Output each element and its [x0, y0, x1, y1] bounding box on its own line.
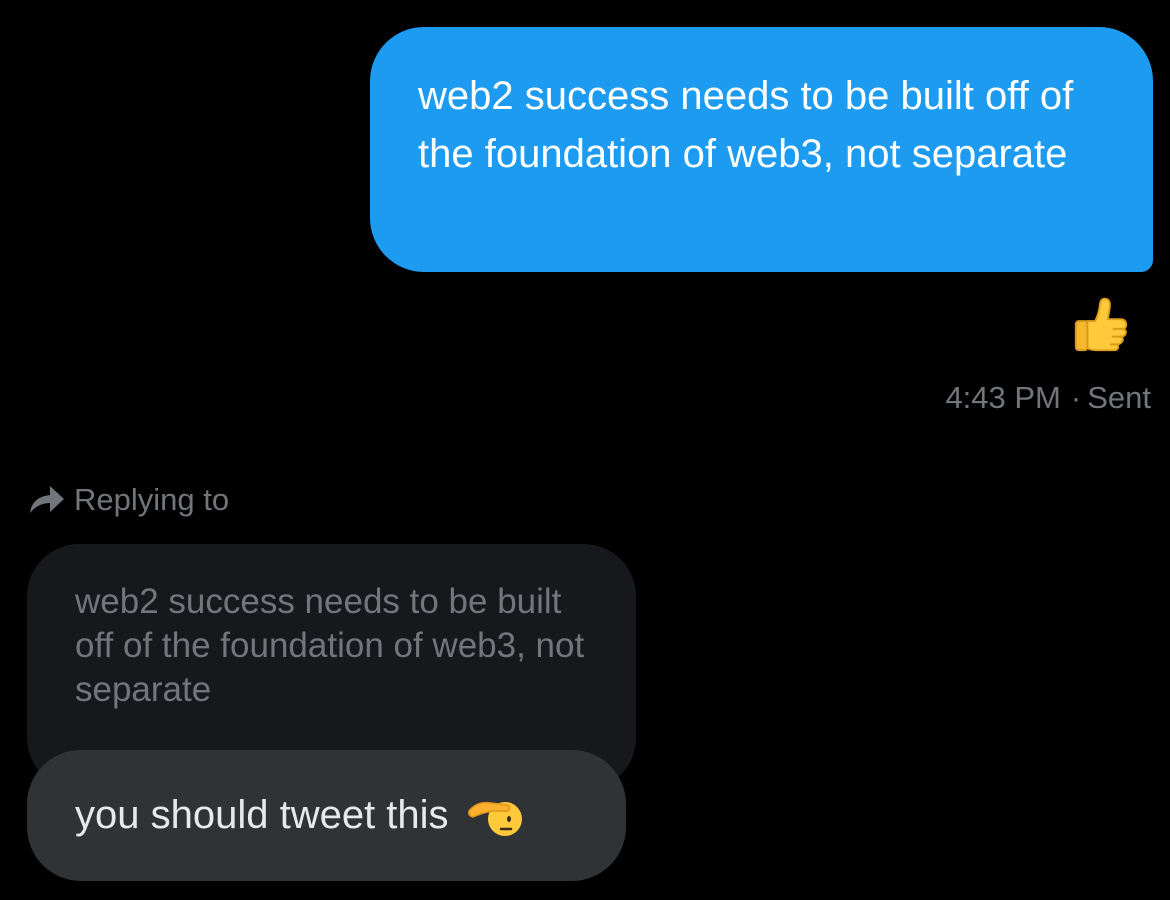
meta-separator: · [1070, 380, 1082, 415]
thumbs-up-reaction-icon[interactable] [1070, 294, 1132, 356]
quoted-message-text: web2 success needs to be built off of th… [75, 582, 585, 709]
replying-to-label: Replying to [74, 482, 230, 517]
saluting-face-icon [467, 801, 522, 836]
message-status: Sent [1087, 380, 1151, 415]
reply-arrow-icon [30, 486, 64, 513]
received-message-text: you should tweet this [75, 793, 449, 837]
message-timestamp: 4:43 PM [945, 380, 1061, 415]
replying-to-row: Replying to [28, 480, 229, 520]
message-meta: 4:43 PM · Sent [945, 380, 1151, 416]
sent-message-text: web2 success needs to be built off of th… [418, 74, 1074, 176]
received-message-bubble[interactable]: you should tweet this [27, 750, 626, 881]
sent-message-bubble[interactable]: web2 success needs to be built off of th… [370, 27, 1153, 272]
